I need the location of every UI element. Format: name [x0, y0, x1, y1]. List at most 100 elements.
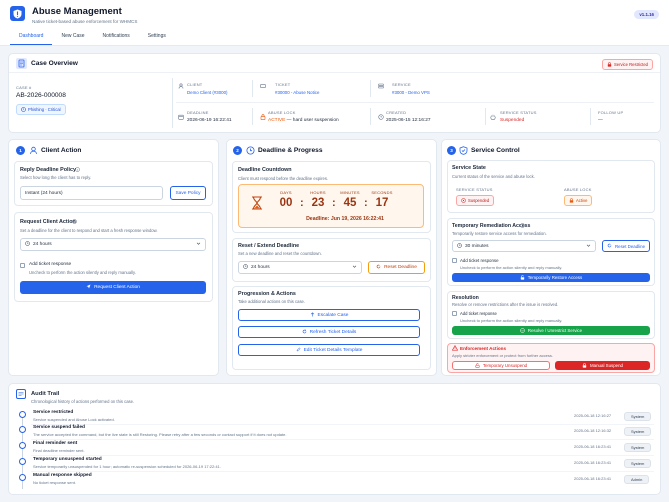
step-number-3: 3 — [447, 146, 456, 155]
case-type-badge: Phishing · Critical — [16, 104, 66, 115]
service-label: SERVICE — [392, 82, 411, 87]
user-icon — [29, 146, 38, 157]
deadline-progress-title: Deadline & Progress — [258, 147, 323, 154]
resolution-desc: Resolve or remove restrictions after the… — [452, 302, 559, 307]
abuse-lock-detail: — hard user suspension — [285, 118, 339, 123]
add-ticket-response-desc: Uncheck to perform the action silently a… — [29, 270, 136, 275]
request-duration-select[interactable]: 24 hours — [20, 238, 206, 251]
audit-entry-title: Manual response skipped — [33, 473, 92, 478]
ticket-icon — [260, 83, 266, 91]
request-action-desc: Set a deadline for the client to respond… — [20, 228, 158, 233]
save-policy-button[interactable]: Save Policy — [170, 186, 206, 200]
reset-deadline-desc: Set a new deadline and reset the countdo… — [238, 251, 322, 256]
service-link[interactable]: #3000 - Demo VPS — [392, 90, 430, 95]
audit-entry-desc: Service suspended and Abuse Lock activat… — [33, 417, 115, 422]
reply-policy-desc: Select how long the client has to reply. — [20, 175, 92, 180]
app-subtitle: Native ticket-based abuse enforcement fo… — [32, 19, 138, 24]
overview-separator — [172, 78, 173, 128]
case-overview-title: Case Overview — [31, 60, 78, 67]
remediation-duration-select[interactable]: 30 minutes — [452, 240, 596, 252]
manual-suspend-button[interactable]: Manual Suspend — [555, 361, 650, 370]
temporary-unsuspend-button[interactable]: Temporary Unsuspend — [452, 361, 550, 370]
warning-triangle-icon — [451, 344, 459, 353]
info-icon — [520, 223, 525, 230]
clock-icon — [25, 241, 30, 248]
timeline-dot — [19, 442, 26, 449]
ticket-label: TICKET — [275, 82, 291, 87]
clock-icon — [243, 264, 248, 271]
lock-active-badge: Active — [564, 195, 593, 206]
reset-deadline-button[interactable]: Reset Deadline — [368, 261, 425, 274]
info-icon — [75, 167, 80, 174]
created-value: 2025-06-15 12:16:27 — [386, 118, 431, 123]
audit-trail-title: Audit Trail — [31, 391, 60, 397]
refresh-icon — [376, 264, 381, 271]
edit-ticket-template-button[interactable]: Edit Ticket Details Template — [238, 344, 420, 356]
refresh-ticket-details-button[interactable]: Refresh Ticket Details — [238, 326, 420, 338]
remediation-desc: Temporarily restore service access for r… — [452, 231, 547, 236]
overview-divider — [9, 72, 660, 73]
client-action-title: Client Action — [41, 147, 82, 154]
case-number-label: CASE # — [16, 85, 32, 90]
grid-sep-2 — [370, 80, 371, 97]
countdown-sep: : — [300, 197, 304, 209]
arrow-up-icon — [310, 311, 315, 319]
x-circle-icon — [461, 197, 466, 204]
suspended-badge: Suspended — [456, 195, 495, 206]
tab-settings[interactable]: Settings — [139, 30, 175, 45]
service-restricted-badge: Service Restricted — [602, 59, 653, 70]
follow-up-value: — — [598, 118, 603, 123]
audit-row-divider — [31, 471, 654, 472]
refresh-icon — [607, 243, 612, 249]
document-icon — [16, 58, 27, 69]
countdown-deadline-text: Deadline: Jun 19, 2026 16:22:41 — [306, 216, 384, 222]
audit-entry-desc: Final deadline reminder sent. — [33, 448, 85, 453]
audit-entry-actor-badge: System — [624, 443, 652, 452]
countdown-title: Deadline Countdown — [238, 167, 292, 173]
client-label: CLIENT — [187, 82, 203, 87]
audit-row-divider — [31, 439, 654, 440]
resolve-unrestrict-button[interactable]: Resolve / Unrestrict Service — [452, 326, 650, 335]
abuse-lock-icon — [260, 114, 266, 122]
grid-sep-6 — [590, 108, 591, 125]
countdown-sep: : — [364, 197, 368, 209]
seconds-label: SECONDS — [371, 190, 393, 195]
service-state-title: Service State — [452, 165, 486, 171]
audit-trail-desc: Chronological history of actions perform… — [31, 399, 135, 404]
reply-policy-select[interactable]: Instant (24 hours) — [20, 186, 163, 200]
main-tabs: Dashboard New Case Notifications Setting… — [10, 30, 175, 45]
client-link[interactable]: Demo Client (#3000) — [187, 90, 228, 95]
reset-duration-select[interactable]: 24 hours — [238, 261, 362, 274]
warning-circle-icon — [21, 106, 26, 113]
tab-notifications[interactable]: Notifications — [94, 30, 139, 45]
temporarily-restore-button[interactable]: Temporarily Restore Access — [452, 273, 650, 282]
reset-remediation-deadline-button[interactable]: Reset Deadline — [602, 240, 650, 252]
grid-sep-1 — [252, 80, 253, 97]
list-check-icon — [16, 389, 26, 399]
case-number: AB-2026-000008 — [16, 92, 66, 99]
lock-icon — [607, 61, 612, 68]
request-action-title: Request Client Action — [20, 219, 76, 225]
overview-row-divider — [176, 102, 654, 103]
ticket-link[interactable]: #30000 - Abuse Notice — [275, 90, 319, 95]
grid-sep-4 — [370, 108, 371, 125]
audit-entry-time: 2025-06-18 16:23:41 — [574, 476, 612, 481]
timeline-dot — [19, 474, 26, 481]
remediation-ticket-desc: Uncheck to perform the action silently a… — [460, 265, 563, 270]
clock-icon — [246, 146, 255, 157]
audit-entry-actor-badge: Admin — [624, 475, 650, 484]
countdown-sep: : — [332, 197, 336, 209]
power-icon — [490, 114, 496, 122]
tab-new-case[interactable]: New Case — [52, 30, 93, 45]
request-client-action-button[interactable]: Request Client Action — [20, 281, 206, 294]
reply-policy-title: Reply Deadline Policy — [20, 167, 77, 173]
audit-entry-actor-badge: System — [624, 427, 652, 436]
escalate-case-button[interactable]: Escalate Case — [238, 309, 420, 321]
resolution-ticket-checkbox[interactable] — [452, 311, 457, 316]
tab-dashboard[interactable]: Dashboard — [10, 30, 53, 45]
add-ticket-response-checkbox[interactable] — [20, 263, 25, 268]
remediation-ticket-checkbox[interactable] — [452, 258, 457, 263]
audit-entry-actor-badge: System — [624, 412, 652, 421]
version-badge: v1.1.16 — [634, 10, 659, 19]
audit-entry-title: Service suspend failed — [33, 425, 85, 430]
